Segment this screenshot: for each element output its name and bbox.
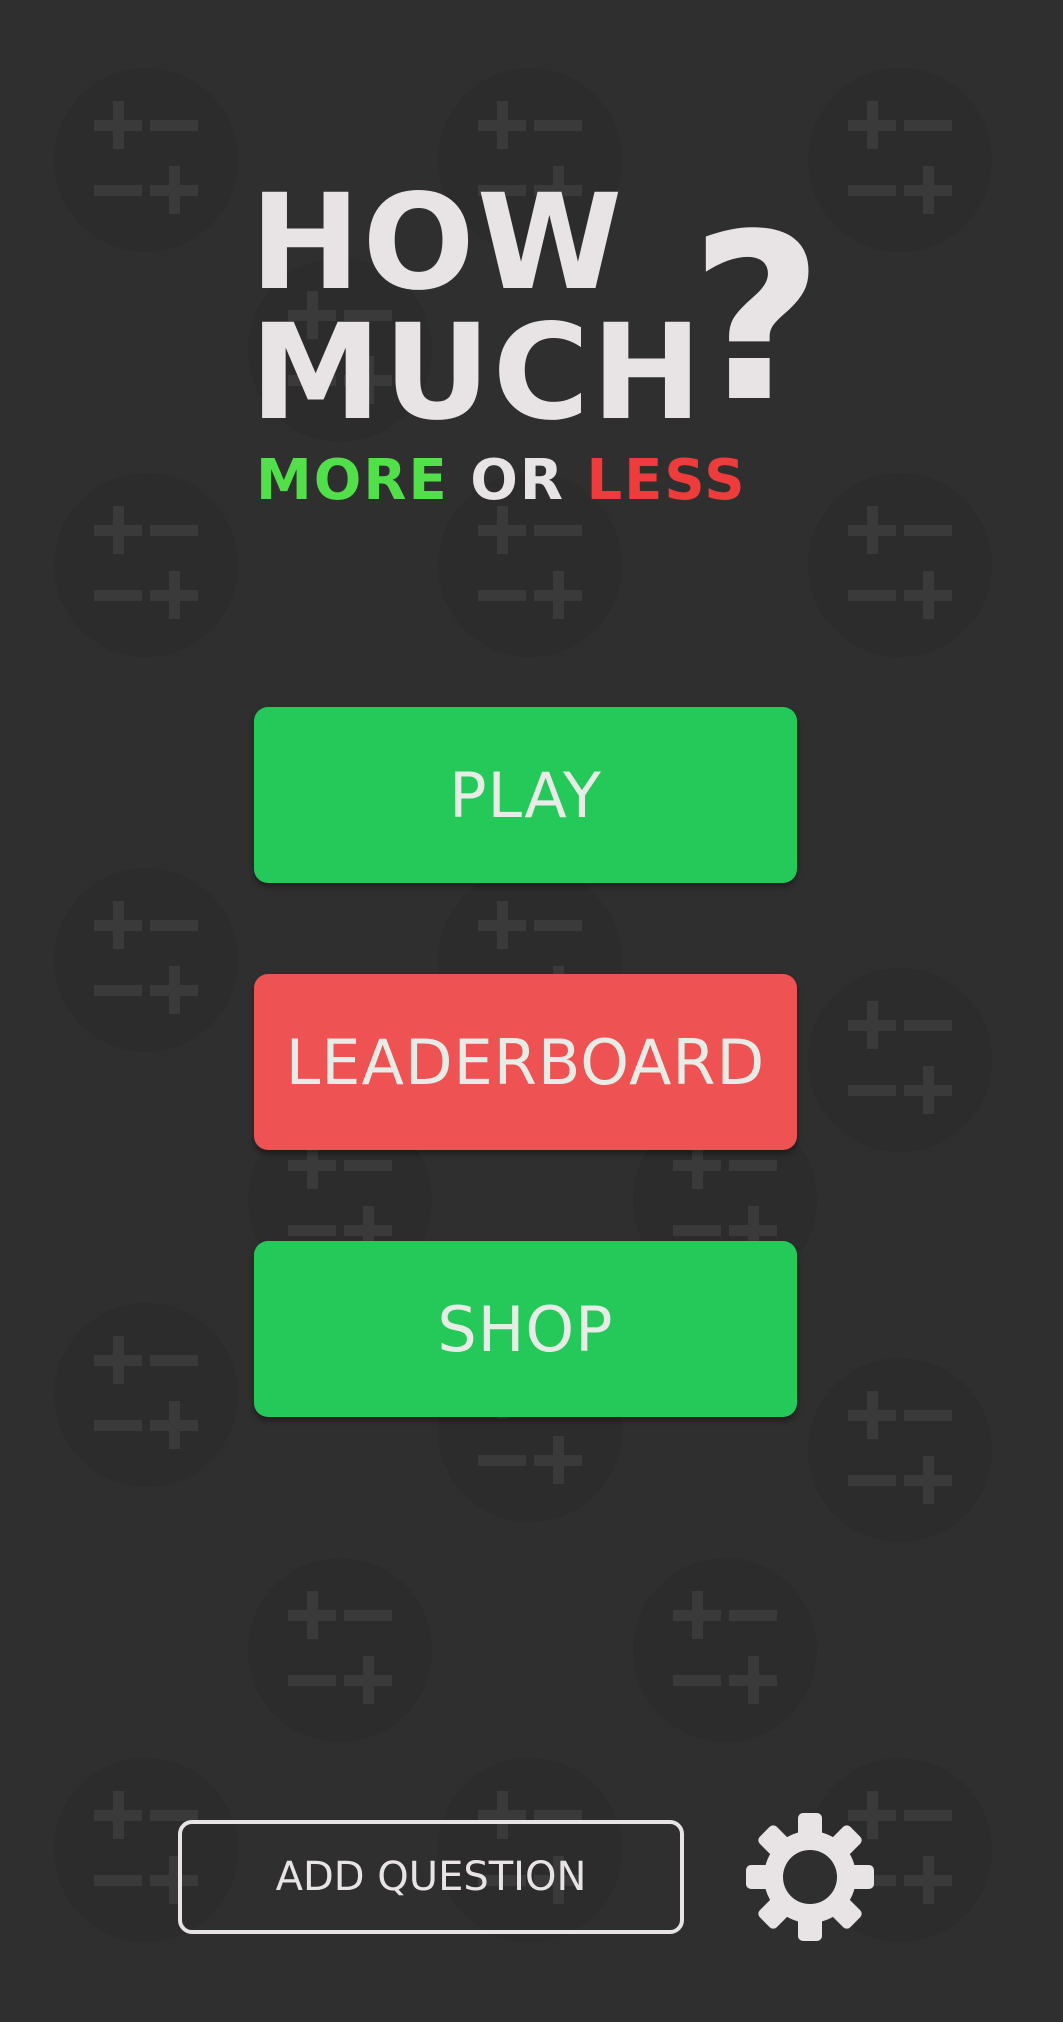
leaderboard-button-label: LEADERBOARD	[285, 1025, 766, 1099]
shop-button[interactable]: SHOP	[254, 1241, 797, 1417]
logo-subtitle-less: LESS	[586, 448, 747, 513]
logo-subtitle-more: MORE	[256, 448, 449, 513]
logo-question-mark: ?	[690, 186, 824, 453]
logo-subtitle-or: OR	[470, 448, 565, 513]
play-button[interactable]: PLAY	[254, 707, 797, 883]
add-question-button[interactable]: ADD QUESTION	[178, 1820, 684, 1934]
logo-much: MUCH	[250, 296, 704, 450]
add-question-label: ADD QUESTION	[275, 1854, 587, 1900]
leaderboard-button[interactable]: LEADERBOARD	[254, 974, 797, 1150]
shop-button-label: SHOP	[437, 1292, 614, 1366]
gear-icon	[746, 1813, 874, 1941]
logo-subtitle: MORE OR LESS	[256, 451, 747, 511]
settings-button[interactable]	[745, 1812, 875, 1942]
game-logo: HOW MUCH ? MORE OR LESS	[250, 177, 850, 525]
logo-how: HOW	[250, 166, 625, 320]
play-button-label: PLAY	[449, 758, 602, 832]
